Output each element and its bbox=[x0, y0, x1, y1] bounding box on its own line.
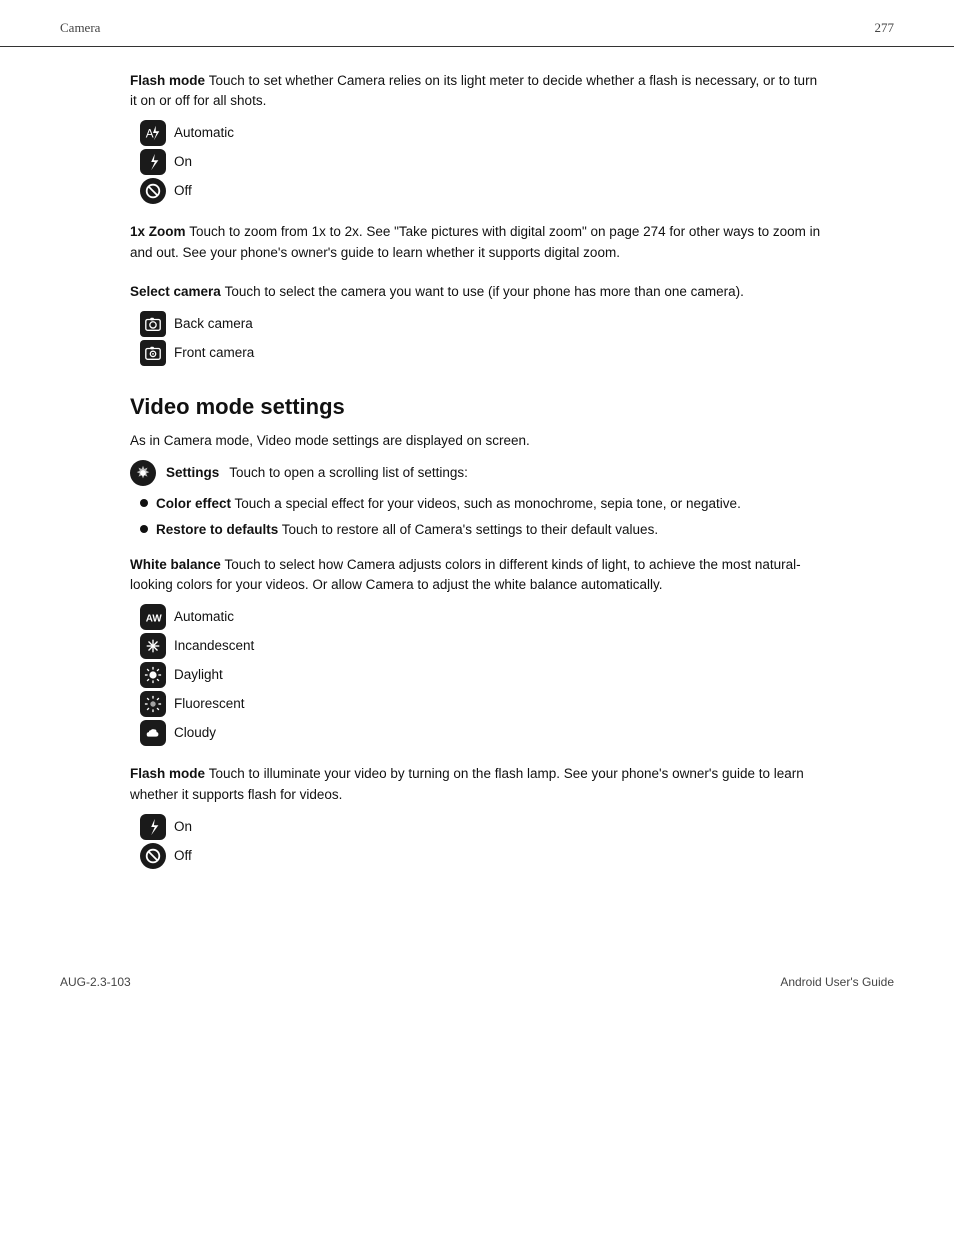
wb-automatic-row: AW Automatic bbox=[140, 604, 824, 630]
back-camera-row: Back camera bbox=[140, 311, 824, 337]
flash-mode-description: Flash mode Touch to set whether Camera r… bbox=[130, 71, 824, 113]
wb-daylight-icon bbox=[140, 662, 166, 688]
wb-incandescent-icon bbox=[140, 633, 166, 659]
flash-mode-video-term: Flash mode bbox=[130, 766, 205, 781]
bullet-color-effect: Color effect Touch a special effect for … bbox=[140, 494, 824, 514]
flash-mode-desc-text: Touch to set whether Camera relies on it… bbox=[130, 73, 817, 109]
header-chapter: Camera bbox=[60, 18, 100, 38]
settings-term: Settings bbox=[166, 463, 219, 483]
wb-incandescent-label: Incandescent bbox=[174, 636, 254, 656]
color-effect-term: Color effect bbox=[156, 496, 231, 511]
flash-off-row: Off bbox=[140, 178, 824, 204]
page: Camera 277 Flash mode Touch to set wheth… bbox=[0, 0, 954, 1235]
color-effect-text: Touch a special effect for your videos, … bbox=[235, 496, 741, 511]
page-header: Camera 277 bbox=[0, 0, 954, 47]
wb-incandescent-row: Incandescent bbox=[140, 633, 824, 659]
flash-mode-video-section: Flash mode Touch to illuminate your vide… bbox=[130, 764, 824, 869]
flash-mode-section: Flash mode Touch to set whether Camera r… bbox=[130, 71, 824, 205]
video-flash-off-label: Off bbox=[174, 846, 192, 866]
back-camera-label: Back camera bbox=[174, 314, 253, 334]
front-camera-row: Front camera bbox=[140, 340, 824, 366]
bullet-text-1: Color effect Touch a special effect for … bbox=[156, 494, 741, 514]
wb-auto-icon: AW bbox=[140, 604, 166, 630]
flash-mode-video-desc-text: Touch to illuminate your video by turnin… bbox=[130, 766, 804, 802]
wb-daylight-label: Daylight bbox=[174, 665, 223, 685]
video-flash-off-icon bbox=[140, 843, 166, 869]
restore-defaults-term: Restore to defaults bbox=[156, 522, 278, 537]
page-footer: AUG-2.3-103 Android User's Guide bbox=[0, 957, 954, 1007]
wb-automatic-label: Automatic bbox=[174, 607, 234, 627]
auto-flash-icon: A bbox=[140, 120, 166, 146]
white-balance-section: White balance Touch to select how Camera… bbox=[130, 555, 824, 747]
flash-on-row: On bbox=[140, 149, 824, 175]
restore-defaults-text: Touch to restore all of Camera's setting… bbox=[282, 522, 658, 537]
white-balance-term: White balance bbox=[130, 557, 221, 572]
flash-on-icon bbox=[140, 149, 166, 175]
select-camera-section: Select camera Touch to select the camera… bbox=[130, 282, 824, 366]
bullet-dot-2 bbox=[140, 525, 148, 533]
zoom-description: 1x Zoom Touch to zoom from 1x to 2x. See… bbox=[130, 222, 824, 264]
flash-off-icon bbox=[140, 178, 166, 204]
svg-text:A: A bbox=[146, 128, 154, 141]
back-camera-icon bbox=[140, 311, 166, 337]
flash-mode-term: Flash mode bbox=[130, 73, 205, 88]
header-page-number: 277 bbox=[875, 18, 895, 38]
video-mode-heading: Video mode settings bbox=[130, 390, 824, 423]
flash-mode-video-description: Flash mode Touch to illuminate your vide… bbox=[130, 764, 824, 806]
main-content: Flash mode Touch to set whether Camera r… bbox=[0, 47, 954, 918]
wb-cloudy-icon bbox=[140, 720, 166, 746]
video-flash-on-label: On bbox=[174, 817, 192, 837]
zoom-term: 1x Zoom bbox=[130, 224, 186, 239]
footer-left: AUG-2.3-103 bbox=[60, 973, 131, 991]
bullet-text-2: Restore to defaults Touch to restore all… bbox=[156, 520, 658, 540]
select-camera-term: Select camera bbox=[130, 284, 221, 299]
zoom-section: 1x Zoom Touch to zoom from 1x to 2x. See… bbox=[130, 222, 824, 264]
settings-desc: Touch to open a scrolling list of settin… bbox=[229, 463, 468, 483]
video-flash-on-icon bbox=[140, 814, 166, 840]
wb-fluorescent-label: Fluorescent bbox=[174, 694, 245, 714]
settings-row: Settings Touch to open a scrolling list … bbox=[130, 460, 824, 486]
footer-right: Android User's Guide bbox=[780, 973, 894, 991]
wb-fluorescent-row: Fluorescent bbox=[140, 691, 824, 717]
zoom-desc-text: Touch to zoom from 1x to 2x. See "Take p… bbox=[130, 224, 820, 260]
select-camera-desc-text: Touch to select the camera you want to u… bbox=[225, 284, 744, 299]
svg-text:AW: AW bbox=[146, 614, 162, 625]
settings-icon bbox=[130, 460, 156, 486]
select-camera-description: Select camera Touch to select the camera… bbox=[130, 282, 824, 303]
video-flash-on-row: On bbox=[140, 814, 824, 840]
white-balance-description: White balance Touch to select how Camera… bbox=[130, 555, 824, 597]
front-camera-icon bbox=[140, 340, 166, 366]
video-mode-description: As in Camera mode, Video mode settings a… bbox=[130, 431, 824, 452]
wb-daylight-row: Daylight bbox=[140, 662, 824, 688]
flash-on-label: On bbox=[174, 152, 192, 172]
white-balance-desc-text: Touch to select how Camera adjusts color… bbox=[130, 557, 801, 593]
flash-automatic-row: A Automatic bbox=[140, 120, 824, 146]
video-flash-off-row: Off bbox=[140, 843, 824, 869]
bullet-restore-defaults: Restore to defaults Touch to restore all… bbox=[140, 520, 824, 540]
wb-cloudy-row: Cloudy bbox=[140, 720, 824, 746]
flash-automatic-label: Automatic bbox=[174, 123, 234, 143]
front-camera-label: Front camera bbox=[174, 343, 254, 363]
flash-off-label: Off bbox=[174, 181, 192, 201]
wb-fluorescent-icon bbox=[140, 691, 166, 717]
bullet-dot-1 bbox=[140, 499, 148, 507]
wb-cloudy-label: Cloudy bbox=[174, 723, 216, 743]
